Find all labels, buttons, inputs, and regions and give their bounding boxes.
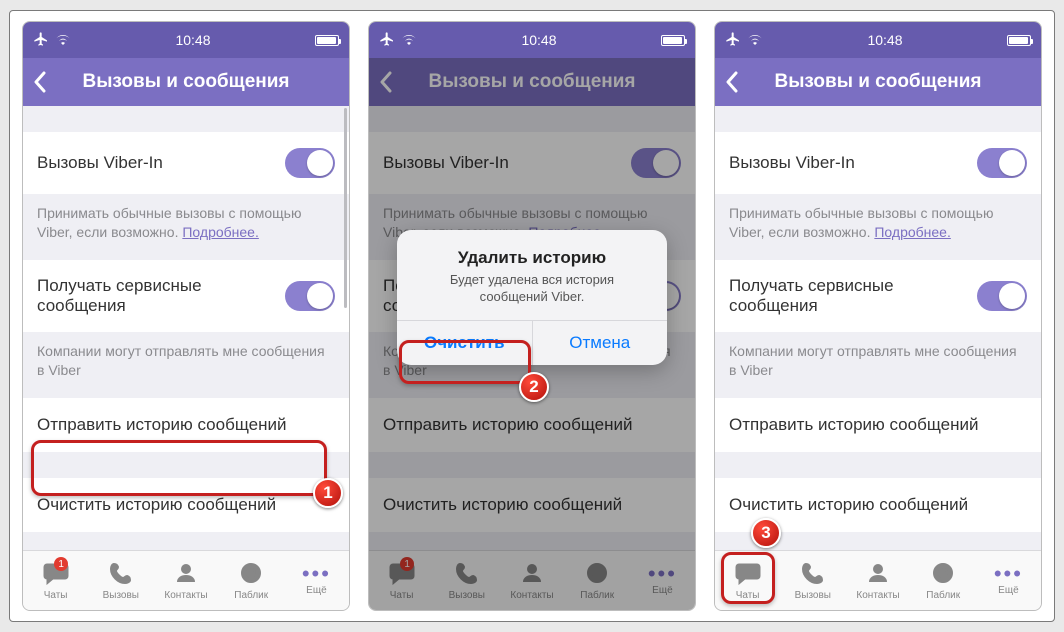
wifi-icon bbox=[55, 32, 71, 48]
phone-icon bbox=[801, 561, 825, 588]
wifi-icon bbox=[747, 32, 763, 48]
wifi-icon bbox=[401, 32, 417, 48]
settings-list: Вызовы Viber-In Принимать обычные вызовы… bbox=[715, 106, 1041, 550]
row-send-history[interactable]: Отправить историю сообщений bbox=[715, 398, 1041, 452]
page-title: Вызовы и сообщения bbox=[725, 71, 1031, 93]
tab-calls[interactable]: Вызовы bbox=[780, 551, 845, 610]
link-more[interactable]: Подробнее. bbox=[874, 224, 951, 240]
toggle-service-msgs[interactable] bbox=[285, 281, 335, 311]
row-label: Отправить историю сообщений bbox=[729, 415, 978, 435]
dialog-message: Будет удалена вся история сообщений Vibe… bbox=[415, 272, 649, 306]
title-bar: Вызовы и сообщения bbox=[715, 58, 1041, 106]
tutorial-board: 10:48 Вызовы и сообщения Вызовы Viber-In… bbox=[9, 10, 1055, 622]
phone-icon bbox=[109, 561, 133, 588]
row-clear-history[interactable]: Очистить историю сообщений bbox=[23, 478, 349, 532]
public-icon bbox=[931, 561, 955, 588]
tab-contacts[interactable]: Контакты bbox=[153, 551, 218, 610]
tab-chats[interactable]: 1 Чаты bbox=[23, 551, 88, 610]
battery-icon bbox=[661, 35, 685, 46]
status-time: 10:48 bbox=[867, 32, 902, 48]
battery-icon bbox=[1007, 35, 1031, 46]
public-icon bbox=[239, 561, 263, 588]
tab-bar: Чаты Вызовы Контакты Паблик •••Ещё bbox=[715, 550, 1041, 610]
toggle-viber-in[interactable] bbox=[977, 148, 1027, 178]
person-icon bbox=[174, 561, 198, 588]
row-service-msgs[interactable]: Получать сервисные сообщения bbox=[715, 260, 1041, 332]
row-viber-in[interactable]: Вызовы Viber-In bbox=[715, 132, 1041, 194]
row-label: Получать сервисные сообщения bbox=[729, 276, 977, 316]
row-note-viber-in: Принимать обычные вызовы с помощью Viber… bbox=[23, 194, 349, 260]
dialog-cancel-button[interactable]: Отмена bbox=[532, 321, 668, 365]
phone-screen-2: 10:48 Вызовы и сообщения Вызовы Viber-In… bbox=[368, 21, 696, 611]
status-time: 10:48 bbox=[521, 32, 556, 48]
tab-more[interactable]: ••• Ещё bbox=[284, 551, 349, 610]
airplane-icon bbox=[725, 31, 741, 50]
row-note-service-msgs: Компании могут отправлять мне сообщения … bbox=[23, 332, 349, 398]
row-label: Очистить историю сообщений bbox=[729, 495, 968, 515]
row-service-msgs[interactable]: Получать сервисные сообщения bbox=[23, 260, 349, 332]
phone-screen-3: 10:48 Вызовы и сообщения Вызовы Viber-In… bbox=[714, 21, 1042, 611]
status-bar: 10:48 bbox=[715, 22, 1041, 58]
toggle-service-msgs[interactable] bbox=[977, 281, 1027, 311]
row-note-service-msgs: Компании могут отправлять мне сообщения … bbox=[715, 332, 1041, 398]
row-viber-in[interactable]: Вызовы Viber-In bbox=[23, 132, 349, 194]
row-label: Вызовы Viber-In bbox=[729, 153, 855, 173]
row-label: Вызовы Viber-In bbox=[37, 153, 163, 173]
page-title: Вызовы и сообщения bbox=[33, 71, 339, 93]
title-bar: Вызовы и сообщения bbox=[23, 58, 349, 106]
row-label: Очистить историю сообщений bbox=[37, 495, 276, 515]
airplane-icon bbox=[379, 31, 395, 50]
tab-public[interactable]: Паблик bbox=[911, 551, 976, 610]
status-bar: 10:48 bbox=[23, 22, 349, 58]
status-bar: 10:48 bbox=[369, 22, 695, 58]
scrollbar[interactable] bbox=[344, 108, 347, 308]
tab-chats[interactable]: Чаты bbox=[715, 551, 780, 610]
tab-calls[interactable]: Вызовы bbox=[88, 551, 153, 610]
row-send-history[interactable]: Отправить историю сообщений bbox=[23, 398, 349, 452]
row-note-viber-in: Принимать обычные вызовы с помощью Viber… bbox=[715, 194, 1041, 260]
airplane-icon bbox=[33, 31, 49, 50]
more-icon: ••• bbox=[302, 565, 331, 583]
phone-screen-1: 10:48 Вызовы и сообщения Вызовы Viber-In… bbox=[22, 21, 350, 611]
link-more[interactable]: Подробнее. bbox=[182, 224, 259, 240]
tab-more[interactable]: •••Ещё bbox=[976, 551, 1041, 610]
toggle-viber-in[interactable] bbox=[285, 148, 335, 178]
confirm-dialog: Удалить историю Будет удалена вся истори… bbox=[397, 230, 667, 365]
tab-public[interactable]: Паблик bbox=[219, 551, 284, 610]
status-time: 10:48 bbox=[175, 32, 210, 48]
more-icon: ••• bbox=[994, 565, 1023, 583]
row-label: Получать сервисные сообщения bbox=[37, 276, 285, 316]
tab-bar: 1 Чаты Вызовы Контакты Паблик ••• Ещё bbox=[23, 550, 349, 610]
dialog-title: Удалить историю bbox=[415, 248, 649, 268]
chat-icon bbox=[735, 561, 761, 588]
row-label: Отправить историю сообщений bbox=[37, 415, 286, 435]
row-clear-history[interactable]: Очистить историю сообщений bbox=[715, 478, 1041, 532]
person-icon bbox=[866, 561, 890, 588]
dialog-confirm-button[interactable]: Очистить bbox=[397, 321, 532, 365]
battery-icon bbox=[315, 35, 339, 46]
tab-contacts[interactable]: Контакты bbox=[845, 551, 910, 610]
settings-list: Вызовы Viber-In Принимать обычные вызовы… bbox=[23, 106, 349, 550]
